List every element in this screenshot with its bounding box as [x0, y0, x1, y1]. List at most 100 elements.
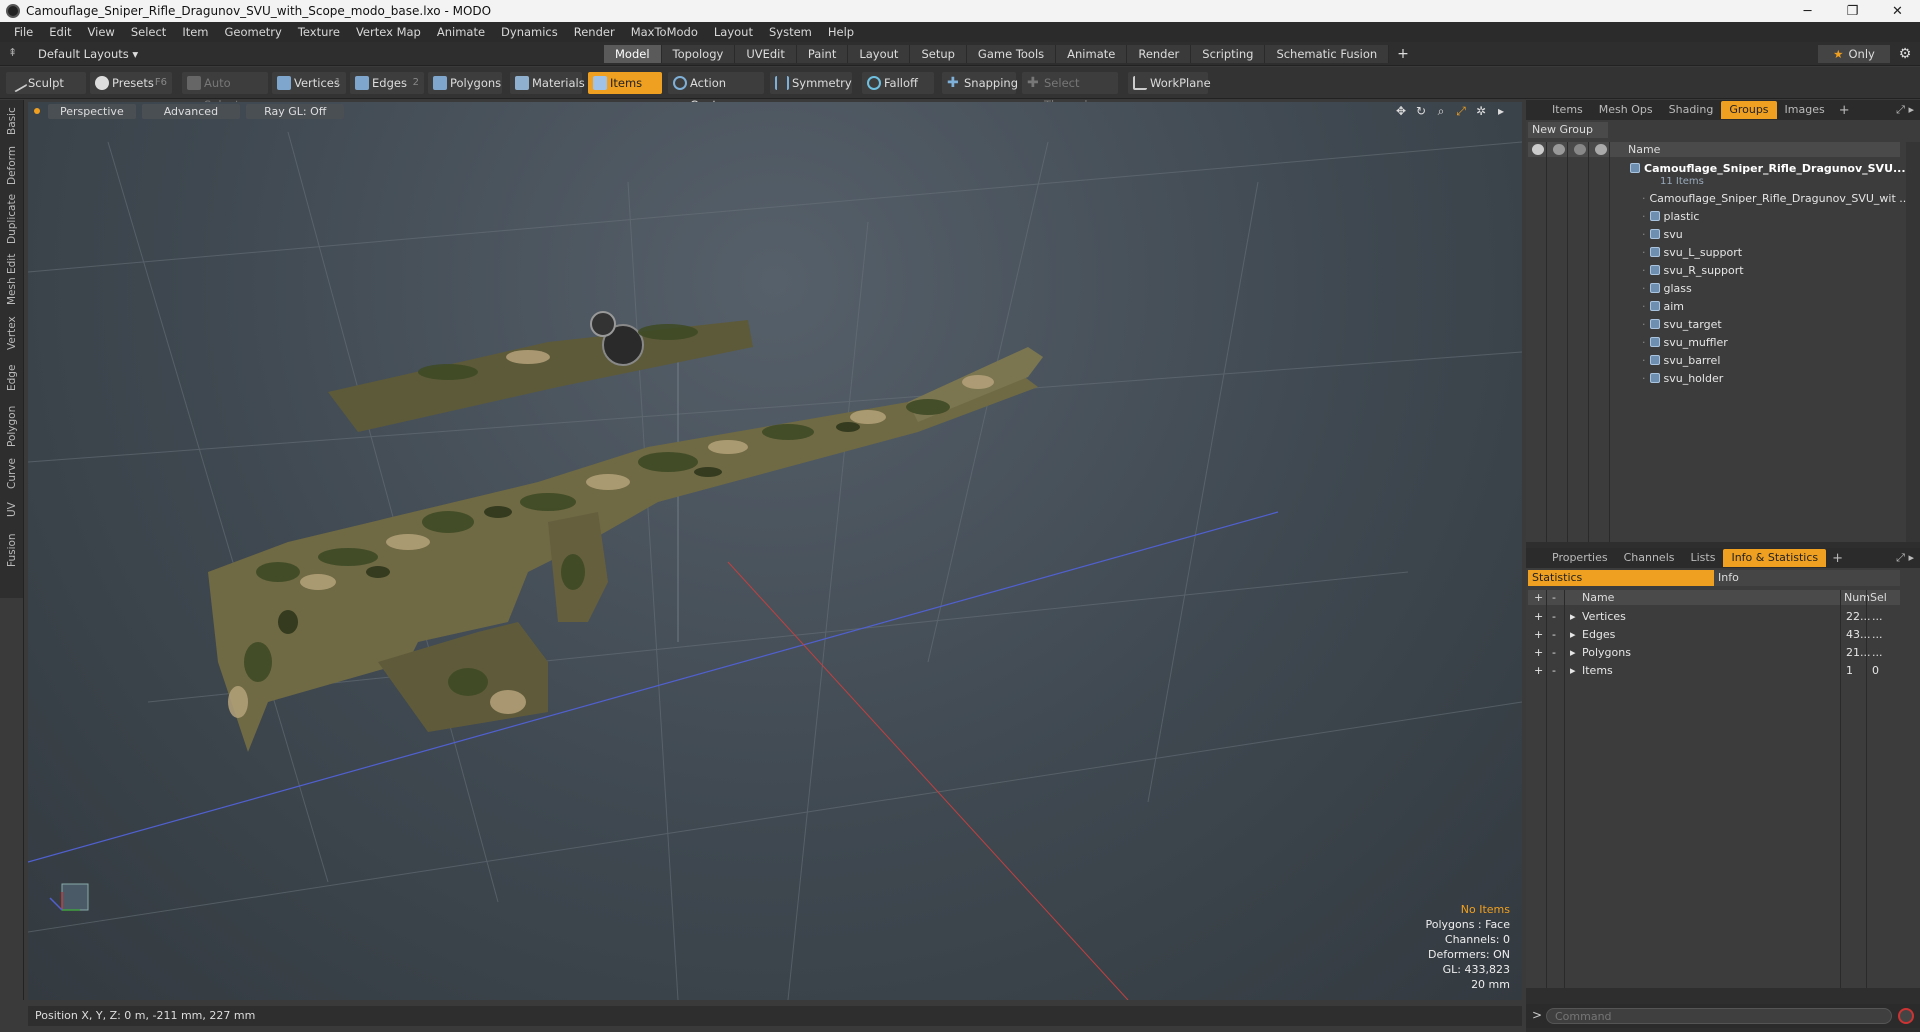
rotate-icon[interactable]: ↻ [1414, 104, 1428, 118]
expand-arrow-icon[interactable]: ▸ [1494, 104, 1508, 118]
list-item[interactable]: · svu_barrel [1642, 352, 1720, 370]
expand-arrow-icon[interactable]: ▸ [1570, 662, 1576, 680]
menu-view[interactable]: View [80, 22, 123, 42]
tab-lists[interactable]: Lists [1683, 549, 1724, 567]
tab-properties[interactable]: Properties [1544, 549, 1616, 567]
new-group-button[interactable]: New Group [1528, 122, 1608, 138]
perspective-dropdown[interactable]: Perspective [48, 103, 136, 119]
add-tab-button[interactable]: + [1389, 45, 1417, 63]
tab-curve[interactable]: Curve [2, 456, 22, 492]
tab-basic[interactable]: Basic [2, 104, 22, 138]
tab-channels[interactable]: Channels [1616, 549, 1683, 567]
tab-topology[interactable]: Topology [661, 45, 736, 63]
list-item[interactable]: · svu_muffler [1642, 334, 1728, 352]
table-row[interactable]: + - ▸ Polygons 21... ... [1528, 644, 1900, 662]
tab-layout[interactable]: Layout [848, 45, 911, 63]
items-button[interactable]: Items [588, 72, 662, 94]
3d-viewport[interactable]: Perspective Advanced Ray GL: Off ✥ ↻ ⌕ ⤢… [28, 102, 1522, 1000]
panel-expand-icon[interactable]: ⤢ ▸ [1896, 103, 1914, 117]
materials-button[interactable]: Materials [510, 72, 585, 94]
table-row[interactable]: + - ▸ Vertices 22... ... [1528, 608, 1900, 626]
menu-dynamics[interactable]: Dynamics [493, 22, 566, 42]
subtab-info[interactable]: Info [1714, 570, 1900, 586]
maximize-button[interactable]: ❐ [1830, 0, 1875, 22]
menu-animate[interactable]: Animate [429, 22, 493, 42]
tab-images[interactable]: Images [1777, 101, 1833, 119]
menu-texture[interactable]: Texture [290, 22, 348, 42]
menu-maxtomodo[interactable]: MaxToModo [623, 22, 706, 42]
list-item[interactable]: · svu_holder [1642, 370, 1723, 388]
tab-setup[interactable]: Setup [910, 45, 967, 63]
tab-mesh-ops[interactable]: Mesh Ops [1591, 101, 1661, 119]
pan-icon[interactable]: ✥ [1394, 104, 1408, 118]
list-item[interactable]: · plastic [1642, 208, 1699, 226]
table-row[interactable]: + - ▸ Items 1 0 [1528, 662, 1900, 680]
tab-uv[interactable]: UV [2, 498, 22, 522]
presets-button[interactable]: Presets F6 [90, 72, 172, 94]
fit-icon[interactable]: ⤢ [1454, 104, 1468, 118]
menu-help[interactable]: Help [820, 22, 862, 42]
menu-item[interactable]: Item [174, 22, 216, 42]
snapping-button[interactable]: ✚ Snapping [942, 72, 1018, 94]
tab-shading[interactable]: Shading [1661, 101, 1722, 119]
list-item[interactable]: · svu_R_support [1642, 262, 1744, 280]
zoom-icon[interactable]: ⌕ [1434, 104, 1448, 118]
menu-file[interactable]: File [6, 22, 41, 42]
tab-mesh-edit[interactable]: Mesh Edit [2, 252, 22, 306]
menu-layout[interactable]: Layout [706, 22, 761, 42]
auto-select-button[interactable]: Auto Select [182, 72, 268, 112]
list-item[interactable]: · aim [1642, 298, 1684, 316]
tab-uvedit[interactable]: UVEdit [735, 45, 797, 63]
tab-items[interactable]: Items [1544, 101, 1591, 119]
panel-expand-icon[interactable]: ⤢ ▸ [1896, 551, 1914, 565]
select-through-button[interactable]: ✚ Select Through [1022, 72, 1118, 112]
falloff-button[interactable]: Falloff [862, 72, 934, 94]
tab-vertex[interactable]: Vertex [2, 312, 22, 354]
tab-polygon[interactable]: Polygon [2, 402, 22, 450]
rifle-model[interactable] [208, 311, 1043, 752]
layouts-dropdown[interactable]: Default Layouts ▾ [38, 45, 138, 63]
gear-icon[interactable]: ⚙ [1896, 45, 1914, 63]
list-item[interactable]: · glass [1642, 280, 1692, 298]
only-button[interactable]: ★ Only [1818, 45, 1890, 63]
minimize-button[interactable]: ─ [1785, 0, 1830, 22]
tab-info-statistics[interactable]: Info & Statistics [1723, 549, 1827, 567]
tab-game-tools[interactable]: Game Tools [966, 45, 1057, 63]
close-button[interactable]: ✕ [1875, 0, 1920, 22]
tab-duplicate[interactable]: Duplicate [2, 192, 22, 246]
tab-render[interactable]: Render [1127, 45, 1192, 63]
add-panel-tab-icon[interactable]: + [1833, 103, 1856, 118]
list-item[interactable]: · svu [1642, 226, 1683, 244]
vertices-button[interactable]: Vertices 1 [272, 72, 346, 94]
list-item[interactable]: · svu_L_support [1642, 244, 1742, 262]
tab-scripting[interactable]: Scripting [1191, 45, 1266, 63]
record-macro-icon[interactable] [1898, 1008, 1914, 1024]
edges-button[interactable]: Edges 2 [350, 72, 424, 94]
tab-groups[interactable]: Groups [1721, 101, 1777, 119]
collapse-all-icon[interactable]: - [1552, 591, 1556, 604]
command-input[interactable] [1546, 1008, 1892, 1024]
expand-arrow-icon[interactable]: ▸ [1570, 626, 1576, 644]
tab-schematic-fusion[interactable]: Schematic Fusion [1265, 45, 1390, 63]
menu-select[interactable]: Select [123, 22, 174, 42]
action-center-button[interactable]: Action Center [668, 72, 764, 112]
expand-arrow-icon[interactable]: ▸ [1570, 608, 1576, 626]
menu-vertex-map[interactable]: Vertex Map [348, 22, 429, 42]
polygons-button[interactable]: Polygons [428, 72, 502, 94]
advanced-dropdown[interactable]: Advanced [141, 103, 241, 119]
tab-edge[interactable]: Edge [2, 360, 22, 396]
menu-system[interactable]: System [761, 22, 820, 42]
expand-arrow-icon[interactable]: ▸ [1570, 644, 1576, 662]
tab-fusion[interactable]: Fusion [2, 528, 22, 572]
menu-render[interactable]: Render [566, 22, 623, 42]
menu-edit[interactable]: Edit [41, 22, 79, 42]
menu-geometry[interactable]: Geometry [217, 22, 290, 42]
viewport-menu-dot-icon[interactable] [34, 108, 40, 114]
tab-paint[interactable]: Paint [796, 45, 849, 63]
pin-icon[interactable]: ⇞ [8, 47, 20, 59]
tab-deform[interactable]: Deform [2, 144, 22, 186]
tab-model[interactable]: Model [604, 45, 662, 63]
table-row[interactable]: + - ▸ Edges 43... ... [1528, 626, 1900, 644]
raygl-dropdown[interactable]: Ray GL: Off [246, 103, 345, 119]
subtab-statistics[interactable]: Statistics [1528, 570, 1714, 586]
